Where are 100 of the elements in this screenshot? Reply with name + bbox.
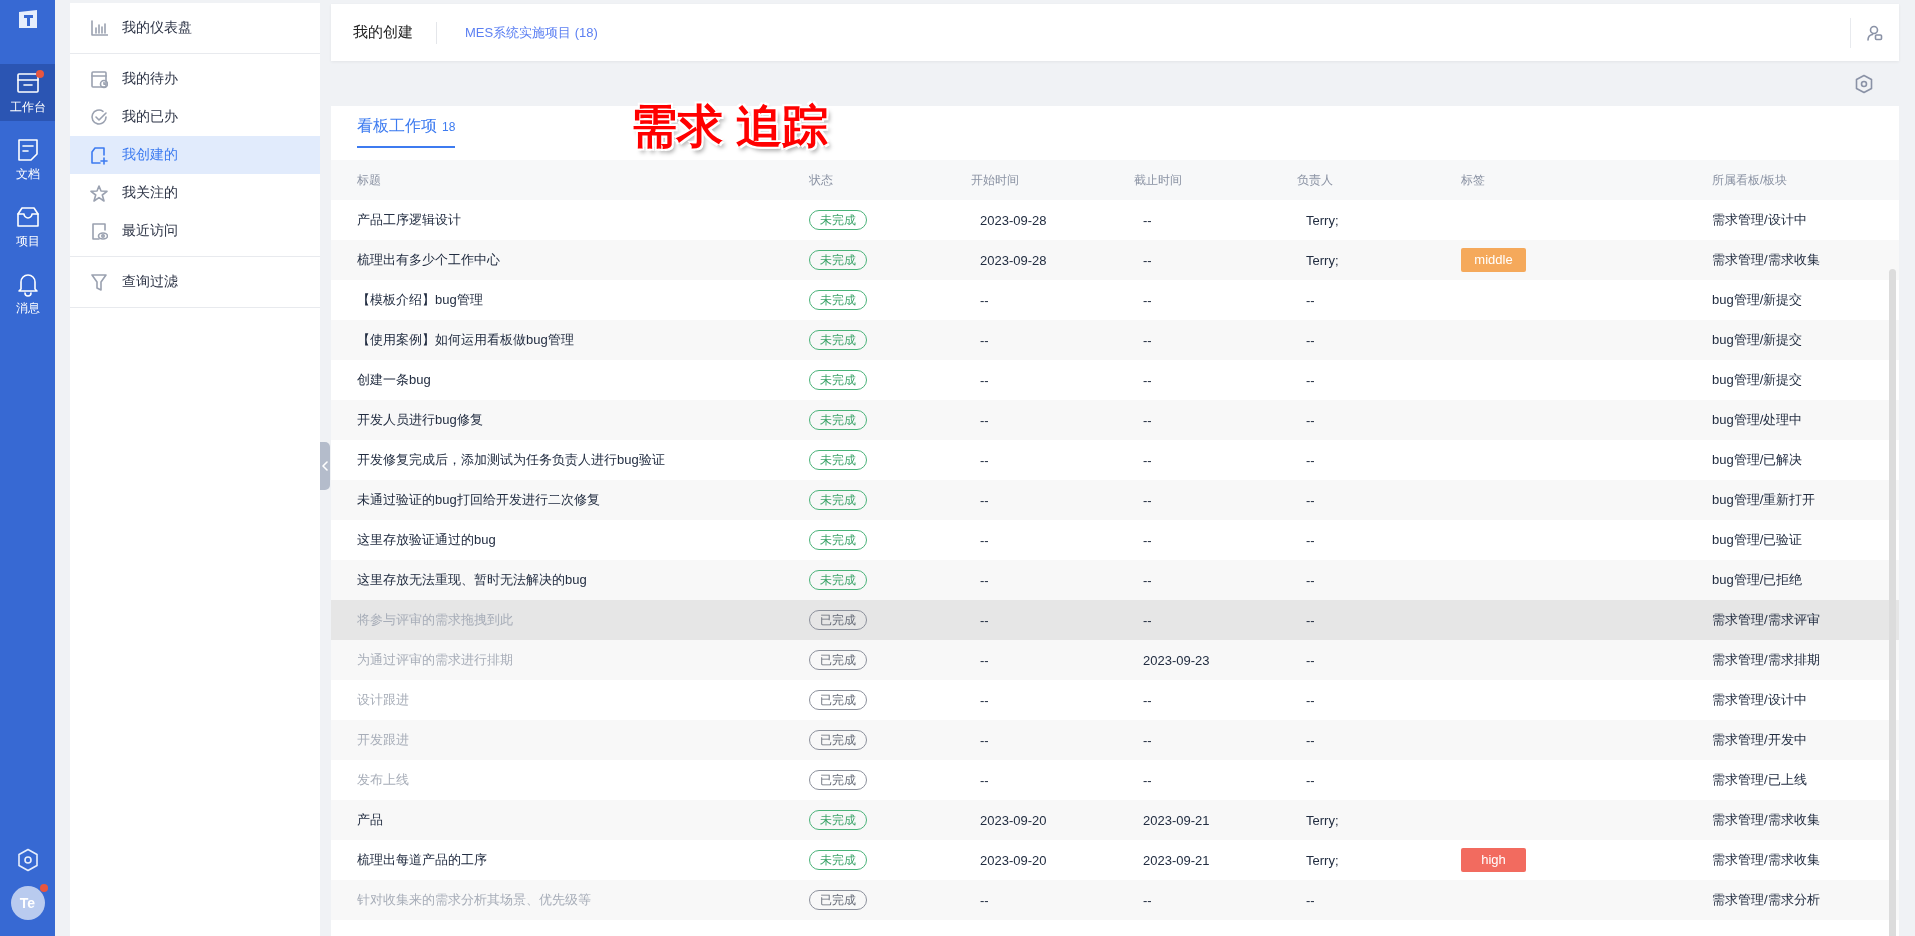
date-cell-text: 2023-09-20: [979, 852, 1048, 868]
date-cell-text: --: [1142, 612, 1153, 628]
assignee-cell-text: --: [1305, 412, 1316, 428]
settings-icon: [16, 848, 39, 872]
board-cell-text: bug管理/处理中: [1712, 411, 1804, 429]
tag: high: [1461, 848, 1526, 872]
board-cell-text: 需求管理/需求分析: [1712, 891, 1821, 909]
date-cell-text: 2023-09-21: [1142, 812, 1211, 828]
assignee-cell-text: --: [1305, 332, 1316, 348]
date-cell-text: --: [979, 612, 990, 628]
date-cell-text: --: [1142, 332, 1153, 348]
title-cell-text: 为通过评审的需求进行排期: [357, 651, 514, 669]
board-cell-text: bug管理/新提交: [1712, 371, 1804, 389]
date-cell-text: --: [979, 772, 990, 788]
date-cell-text: --: [979, 532, 990, 548]
board-cell-text: 需求管理/设计中: [1712, 691, 1808, 709]
board-cell-text: 需求管理/需求收集: [1712, 251, 1821, 269]
table-row[interactable]: 针对收集来的需求分析其场景、优先级等 已完成 -- -- -- 需求管理/需求分析: [331, 880, 1899, 920]
date-cell-text: --: [1142, 212, 1153, 228]
table-row[interactable]: 未通过验证的bug打回给开发进行二次修复 未完成 -- -- -- bug管理/重新打开: [331, 480, 1899, 520]
table-row[interactable]: 为通过评审的需求进行排期 已完成 -- 2023-09-23 -- 需求管理/需求排期: [331, 640, 1899, 680]
assignee-cell-text: --: [1305, 452, 1316, 468]
date-cell-text: --: [979, 412, 990, 428]
menu-item[interactable]: 最近访问: [70, 212, 320, 250]
table-row[interactable]: 产品工序逻辑设计 未完成 2023-09-28 -- Terry; 需求管理/设计中: [331, 200, 1899, 240]
title-cell-text: 开发跟进: [357, 731, 410, 749]
column-header: 所属看板/板块: [1712, 171, 1789, 189]
title-cell-text: 【使用案例】如何运用看板做bug管理: [357, 331, 575, 349]
date-cell-text: --: [979, 652, 990, 668]
check-circle-icon: [90, 107, 108, 127]
menu-item[interactable]: 我的已办: [70, 98, 320, 136]
title-cell-text: 未通过验证的bug打回给开发进行二次修复: [357, 491, 601, 509]
board-cell-text: bug管理/已验证: [1712, 531, 1804, 549]
table-row[interactable]: 这里存放无法重现、暂时无法解决的bug 未完成 -- -- -- bug管理/已拒绝: [331, 560, 1899, 600]
board-cell-text: 需求管理/需求排期: [1712, 651, 1821, 669]
menu-item[interactable]: 我的仪表盘: [70, 9, 320, 47]
assignee-cell-text: --: [1305, 892, 1316, 908]
table-row[interactable]: 开发跟进 已完成 -- -- -- 需求管理/开发中: [331, 720, 1899, 760]
assignee-cell-text: --: [1305, 652, 1316, 668]
board-cell-text: 需求管理/设计中: [1712, 211, 1808, 229]
date-cell-text: --: [1142, 692, 1153, 708]
page-title: 我的创建: [353, 23, 413, 42]
assignee-cell-text: --: [1305, 372, 1316, 388]
date-cell-text: 2023-09-21: [1142, 852, 1211, 868]
table-row[interactable]: 产品 未完成 2023-09-20 2023-09-21 Terry; 需求管理/需求收集: [331, 800, 1899, 840]
table-row[interactable]: 梳理出每道产品的工序 未完成 2023-09-20 2023-09-21 Terry; high 需求管理/需求收集: [331, 840, 1899, 880]
table-row[interactable]: 【模板介绍】bug管理 未完成 -- -- -- bug管理/新提交: [331, 280, 1899, 320]
date-cell-text: 2023-09-23: [1142, 652, 1211, 668]
table-row[interactable]: 这里存放验证通过的bug 未完成 -- -- -- bug管理/已验证: [331, 520, 1899, 560]
document-eye-icon: [90, 221, 108, 241]
logo-icon: [16, 8, 39, 30]
date-cell-text: 2023-09-20: [979, 812, 1048, 828]
tab[interactable]: 看板工作项 18: [357, 116, 456, 148]
board-cell-text: 需求管理/需求评审: [1712, 611, 1821, 629]
title-cell-text: 梳理出每道产品的工序: [357, 851, 488, 869]
assignee-cell-text: --: [1305, 732, 1316, 748]
collapse-handle[interactable]: [320, 442, 330, 490]
board-cell-text: bug管理/已解决: [1712, 451, 1804, 469]
table-row[interactable]: 开发修复完成后，添加测试为任务负责人进行bug验证 未完成 -- -- -- bug管理/已解决: [331, 440, 1899, 480]
column-header: 开始时间: [971, 171, 1020, 189]
date-cell-text: --: [1142, 372, 1153, 388]
title-cell-text: 这里存放验证通过的bug: [357, 531, 497, 549]
menu-item[interactable]: 查询过滤: [70, 263, 320, 301]
assignee-cell-text: Terry;: [1305, 212, 1340, 228]
table-row[interactable]: 梳理出有多少个工作中心 未完成 2023-09-28 -- Terry; middle 需求管理/需求收集: [331, 240, 1899, 280]
board-cell-text: 需求管理/开发中: [1712, 731, 1808, 749]
date-cell-text: --: [979, 692, 990, 708]
nav-item[interactable]: 项目: [0, 198, 55, 255]
table-row[interactable]: 发布上线 已完成 -- -- -- 需求管理/已上线: [331, 760, 1899, 800]
title-cell-text: 这里存放无法重现、暂时无法解决的bug: [357, 571, 588, 589]
date-cell-text: --: [1142, 772, 1153, 788]
table-row[interactable]: 设计跟进 已完成 -- -- -- 需求管理/设计中: [331, 680, 1899, 720]
assignee-cell-text: --: [1305, 772, 1316, 788]
assignee-cell-text: --: [1305, 532, 1316, 548]
menu-item[interactable]: 我关注的: [70, 174, 320, 212]
nav-item[interactable]: 文档: [0, 131, 55, 188]
project-link[interactable]: MES系统实施项目 (18): [465, 23, 598, 42]
table-row[interactable]: 【使用案例】如何运用看板做bug管理 未完成 -- -- -- bug管理/新提交: [331, 320, 1899, 360]
menu-item[interactable]: 我的待办: [70, 60, 320, 98]
table-row[interactable]: 创建一条bug 未完成 -- -- -- bug管理/新提交: [331, 360, 1899, 400]
column-header: 截止时间: [1134, 171, 1183, 189]
nav-item[interactable]: 工作台: [0, 64, 55, 121]
board-cell-text: 需求管理/需求收集: [1712, 811, 1821, 829]
board-cell-text: bug管理/新提交: [1712, 291, 1804, 309]
column-header: 标题: [357, 171, 382, 189]
scrollbar[interactable]: [1889, 269, 1896, 936]
date-cell-text: --: [1142, 732, 1153, 748]
date-cell-text: --: [979, 732, 990, 748]
board-cell-text: 需求管理/已上线: [1712, 771, 1808, 789]
title-cell-text: 开发人员进行bug修复: [357, 411, 484, 429]
table-row[interactable]: 开发人员进行bug修复 未完成 -- -- -- bug管理/处理中: [331, 400, 1899, 440]
date-cell-text: --: [1142, 892, 1153, 908]
filter-icon: [90, 272, 108, 292]
date-cell-text: --: [979, 332, 990, 348]
settings-icon: [1855, 73, 1873, 94]
title-cell-text: 产品工序逻辑设计: [357, 211, 462, 229]
nav-item[interactable]: 消息: [0, 265, 55, 322]
date-cell-text: 2023-09-28: [979, 252, 1048, 268]
assignee-cell-text: --: [1305, 292, 1316, 308]
new-document-icon: [90, 145, 108, 165]
